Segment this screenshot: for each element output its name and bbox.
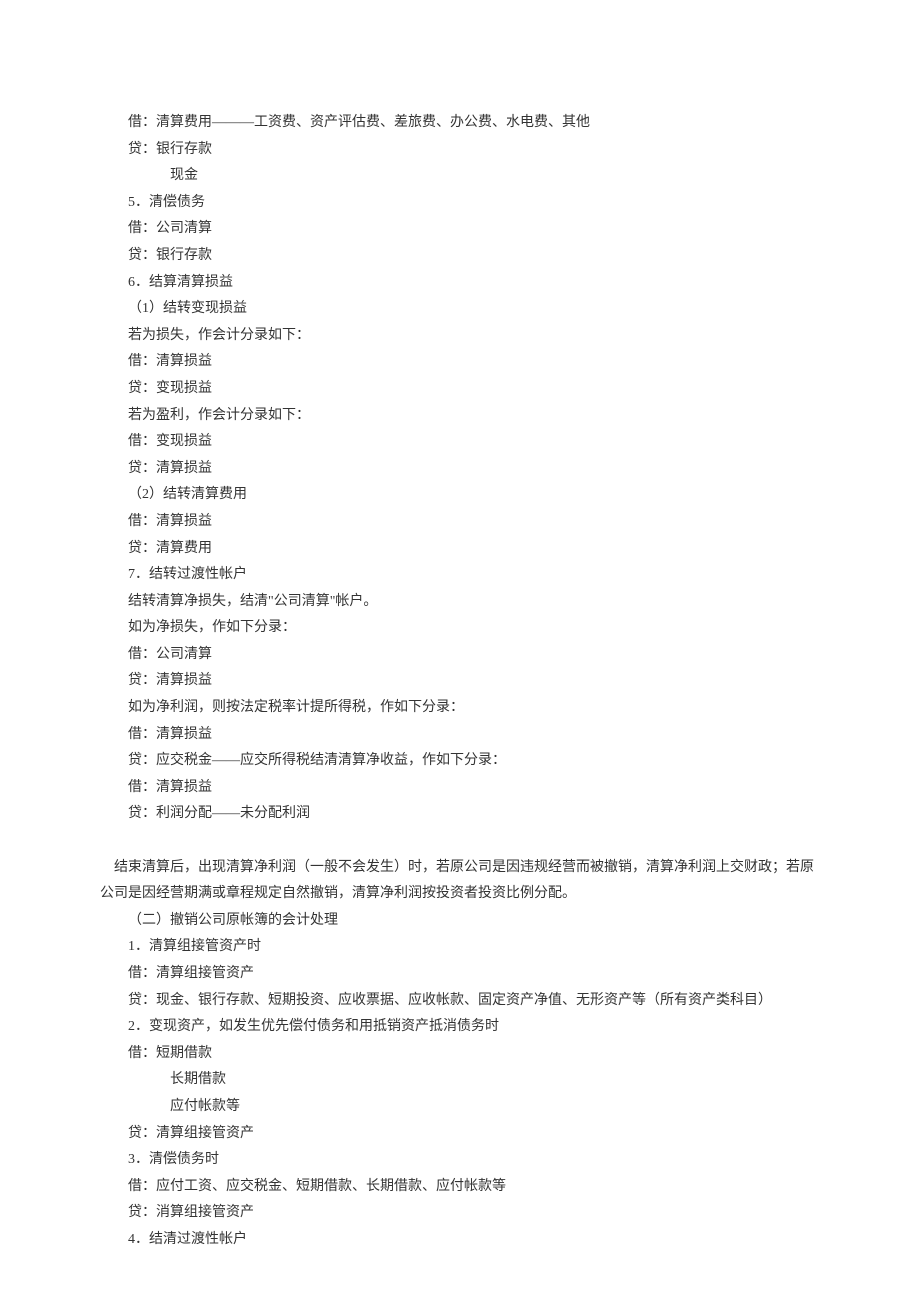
text-line: 5．清偿债务 [100, 190, 820, 217]
text-line: （1）结转变现损益 [100, 296, 820, 323]
text-line: 3．清偿债务时 [100, 1147, 820, 1174]
text-line: 结束清算后，出现清算净利润（一般不会发生）时，若原公司是因违规经营而被撤销，清算… [100, 855, 820, 908]
text-line: 贷：清算费用 [100, 536, 820, 563]
text-line: 借：公司清算 [100, 642, 820, 669]
text-line: 贷：银行存款 [100, 243, 820, 270]
text-line: 贷：银行存款 [100, 137, 820, 164]
text-line: 贷：现金、银行存款、短期投资、应收票据、应收帐款、固定资产净值、无形资产等（所有… [100, 988, 820, 1015]
text-line: 4．结清过渡性帐户 [100, 1227, 820, 1254]
text-line: 借：清算费用———工资费、资产评估费、差旅费、办公费、水电费、其他 [100, 110, 820, 137]
text-line: 贷：消算组接管资产 [100, 1200, 820, 1227]
text-line: 借：变现损益 [100, 429, 820, 456]
text-line: 6．结算清算损益 [100, 270, 820, 297]
text-line [100, 828, 820, 855]
text-line: 结转清算净损失，结清"公司清算"帐户。 [100, 589, 820, 616]
text-line: 借：清算组接管资产 [100, 961, 820, 988]
text-line: 借：清算损益 [100, 722, 820, 749]
text-line: 借：清算损益 [100, 509, 820, 536]
text-line: 现金 [100, 163, 820, 190]
text-line: （2）结转清算费用 [100, 482, 820, 509]
text-line: 贷：清算损益 [100, 456, 820, 483]
text-line: 借：清算损益 [100, 349, 820, 376]
text-line: 1．清算组接管资产时 [100, 934, 820, 961]
text-line: 2．变现资产，如发生优先偿付债务和用抵销资产抵消债务时 [100, 1014, 820, 1041]
text-line: 借：清算损益 [100, 775, 820, 802]
text-line: 贷：应交税金——应交所得税结清清算净收益，作如下分录： [100, 748, 820, 775]
text-line: 如为净损失，作如下分录： [100, 615, 820, 642]
text-line: 应付帐款等 [100, 1094, 820, 1121]
text-line: 贷：清算组接管资产 [100, 1121, 820, 1148]
text-line: （二）撤销公司原帐簿的会计处理 [100, 908, 820, 935]
text-line: 借：公司清算 [100, 216, 820, 243]
text-line: 借：应付工资、应交税金、短期借款、长期借款、应付帐款等 [100, 1174, 820, 1201]
document-body: 借：清算费用———工资费、资产评估费、差旅费、办公费、水电费、其他贷：银行存款现… [100, 110, 820, 1254]
text-line: 若为盈利，作会计分录如下： [100, 403, 820, 430]
text-line: 7．结转过渡性帐户 [100, 562, 820, 589]
text-line: 长期借款 [100, 1067, 820, 1094]
text-line: 贷：利润分配——未分配利润 [100, 801, 820, 828]
text-line: 如为净利润，则按法定税率计提所得税，作如下分录： [100, 695, 820, 722]
text-line: 贷：变现损益 [100, 376, 820, 403]
text-line: 若为损失，作会计分录如下： [100, 323, 820, 350]
text-line: 借：短期借款 [100, 1041, 820, 1068]
text-line: 贷：清算损益 [100, 668, 820, 695]
